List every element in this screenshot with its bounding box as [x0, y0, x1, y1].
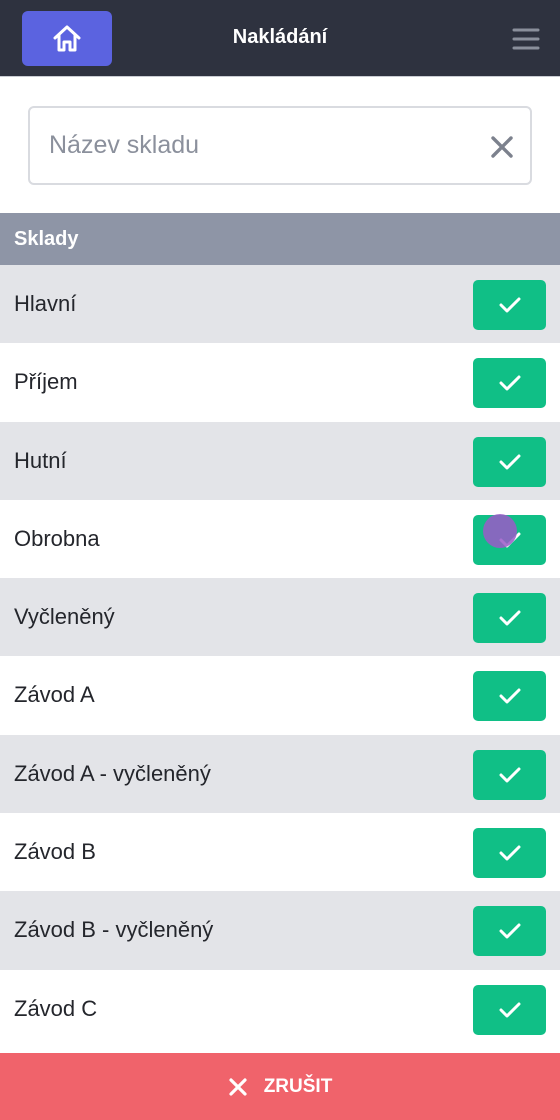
warehouse-name: Závod C — [14, 995, 98, 1021]
warehouse-row[interactable]: Závod C — [0, 969, 560, 1048]
select-warehouse-button[interactable] — [473, 358, 546, 409]
select-warehouse-button[interactable] — [473, 280, 546, 330]
home-icon — [53, 25, 81, 51]
check-icon — [499, 454, 520, 470]
cancel-button[interactable]: ZRUŠIT — [0, 1053, 560, 1120]
clear-search-button[interactable] — [485, 130, 519, 164]
app-screen: Nakládání Sklady Hlavní Příjem Hutní Obrobn… — [0, 0, 560, 1120]
select-warehouse-button[interactable] — [473, 906, 546, 957]
warehouse-row[interactable]: Obrobna — [0, 499, 560, 579]
warehouse-row[interactable]: Závod B - vyčleněný — [0, 891, 560, 970]
warehouse-name: Obrobna — [14, 525, 100, 551]
check-icon — [499, 375, 520, 391]
select-warehouse-button[interactable] — [473, 984, 546, 1035]
warehouse-name: Závod B - vyčleněný — [14, 917, 214, 943]
select-warehouse-button[interactable] — [473, 749, 546, 800]
warehouse-name: Hlavní — [14, 291, 77, 316]
check-icon — [499, 532, 520, 548]
warehouse-row[interactable]: Závod A — [0, 656, 560, 735]
warehouse-row[interactable]: Hlavní — [0, 265, 560, 344]
select-warehouse-button[interactable] — [473, 593, 546, 644]
warehouse-search-input[interactable] — [30, 108, 470, 183]
search-box — [28, 106, 532, 185]
check-icon — [499, 923, 520, 939]
warehouse-name: Závod A - vyčleněný — [14, 760, 211, 786]
warehouse-name: Vyčleněný — [14, 604, 115, 630]
warehouse-name: Závod B — [14, 839, 96, 865]
warehouse-list: Hlavní Příjem Hutní Obrobna Vyčleněný Závod A… — [0, 265, 560, 1048]
hamburger-menu-icon — [512, 28, 540, 50]
check-icon — [499, 688, 520, 704]
cancel-label: ZRUŠIT — [263, 1075, 333, 1097]
check-icon — [499, 845, 520, 861]
warehouse-name: Závod A — [14, 682, 95, 708]
check-icon — [499, 767, 520, 783]
close-icon — [491, 136, 513, 158]
check-icon — [499, 610, 520, 626]
select-warehouse-button[interactable] — [473, 671, 546, 722]
top-bar: Nakládání — [0, 0, 560, 77]
close-icon — [229, 1077, 247, 1096]
section-header-sklady: Sklady — [0, 213, 560, 265]
warehouse-row[interactable]: Hutní — [0, 421, 560, 500]
select-warehouse-button[interactable] — [473, 514, 546, 565]
select-warehouse-button[interactable] — [473, 828, 546, 879]
warehouse-row[interactable]: Závod A - vyčleněný — [0, 734, 560, 814]
warehouse-name: Hutní — [14, 447, 67, 473]
warehouse-row[interactable]: Vyčleněný — [0, 578, 560, 657]
select-warehouse-button[interactable] — [473, 436, 546, 487]
menu-button[interactable] — [508, 24, 544, 54]
warehouse-row[interactable]: Příjem — [0, 343, 560, 422]
warehouse-row[interactable]: Závod B — [0, 813, 560, 892]
warehouse-name: Příjem — [14, 369, 78, 395]
check-icon — [499, 297, 520, 313]
check-icon — [499, 1002, 520, 1018]
home-button[interactable] — [22, 11, 112, 66]
